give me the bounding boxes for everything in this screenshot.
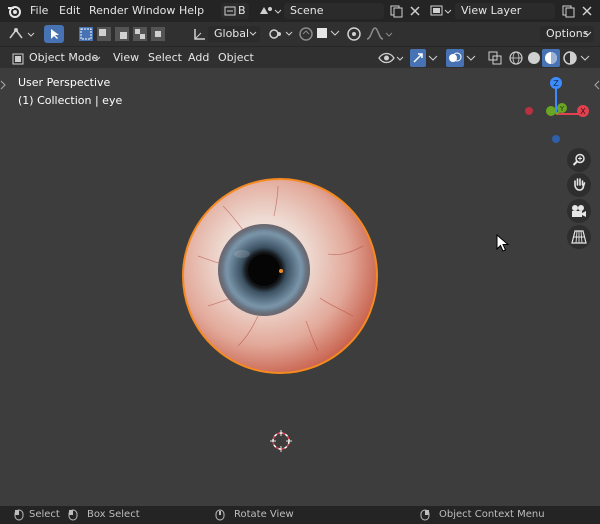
menu-file[interactable]: File [30,4,48,17]
navigation-gizmo[interactable]: Z X Y [518,74,594,150]
eyeball-pupil [248,254,280,286]
menu-select[interactable]: Select [148,51,182,64]
orientation-icon [194,29,205,40]
gizmo-x-label: X [580,107,586,116]
menu-help[interactable]: Help [179,4,204,17]
workspace-icon [224,6,236,16]
select-tool-button[interactable] [44,25,64,43]
toolbar-expand-icon[interactable] [0,80,6,90]
gizmo-neg-x-axis[interactable] [525,107,533,115]
shading-chevron-icon[interactable] [580,55,590,63]
workspace-tab[interactable]: B [221,3,249,19]
status-bar: Select Box Select Rotate View Object Con… [0,506,600,524]
perspective-toggle-button[interactable] [567,225,591,249]
view-layer-name: View Layer [461,4,522,17]
gizmo-toggle-icon[interactable] [410,49,426,67]
perspective-label: User Perspective [18,76,111,89]
snap-chevron-icon[interactable] [330,30,340,38]
hand-icon [574,178,586,191]
select-invert-icon[interactable] [132,26,148,42]
overlays-chevron-icon[interactable] [466,55,476,63]
status-box-select: Box Select [87,509,140,520]
shading-rendered-icon[interactable] [562,50,578,66]
workspace-label: B [238,4,246,17]
sidebar-expand-icon[interactable] [594,80,600,90]
view-layer-field[interactable]: View Layer [455,3,555,19]
mouse-left-icon [14,509,24,521]
falloff-icon[interactable] [366,26,394,42]
chevron-down-icon [584,31,592,36]
chevron-down-icon [249,31,257,36]
select-box-icon[interactable] [78,26,94,42]
new-scene-icon[interactable] [389,4,403,18]
mode-label: Object Mode [29,51,99,64]
snap-icon[interactable] [298,26,314,42]
new-view-layer-icon[interactable] [561,4,575,18]
cursor-arrow-icon [51,29,59,39]
viewport-header: Object Mode View Select Add Object [0,46,600,69]
menu-add[interactable]: Add [188,51,209,64]
mouse-drag-icon [68,509,78,521]
chevron-down-icon [93,56,101,61]
grid-icon [571,230,587,244]
shading-solid-icon[interactable] [526,50,542,66]
object-mode-icon [12,53,24,65]
menu-edit[interactable]: Edit [59,4,80,17]
mouse-right-icon [420,509,430,521]
proportional-editing-icon[interactable] [346,26,362,42]
gizmo-z-label: Z [553,79,559,88]
gizmo-chevron-icon[interactable] [428,55,438,63]
3d-cursor-icon[interactable] [270,430,292,452]
mouse-middle-icon [215,509,225,521]
select-subtract-icon[interactable] [114,26,130,42]
view-layer-icon[interactable] [430,4,452,18]
pivot-point-icon[interactable] [268,27,296,41]
menu-render[interactable]: Render [89,4,128,17]
select-intersect-icon[interactable] [150,26,166,42]
snap-target-icon[interactable] [316,27,328,39]
menu-view[interactable]: View [113,51,139,64]
xray-toggle-icon[interactable] [488,51,502,65]
viewport-3d[interactable]: User Perspective (1) Collection | eye Z … [0,68,600,506]
editor-type-icon[interactable] [8,26,36,42]
delete-scene-icon[interactable] [408,4,422,18]
scene-icon[interactable] [258,4,282,18]
mode-dropdown[interactable]: Object Mode [8,49,104,67]
transform-orientation-dropdown[interactable]: Global [208,26,260,42]
options-dropdown[interactable]: Options [540,26,594,42]
transform-orientation-value: Global [214,27,250,40]
top-menu-bar: File Edit Render Window Help B Scene Vie… [0,0,600,22]
camera-view-button[interactable] [567,199,591,223]
scene-name: Scene [290,4,324,17]
status-select: Select [29,509,60,520]
delete-view-layer-icon[interactable] [580,4,594,18]
select-extend-icon[interactable] [96,26,112,42]
menu-window[interactable]: Window [132,4,175,17]
visibility-eye-icon[interactable] [378,50,404,66]
gizmo-neg-y-axis[interactable] [546,106,556,116]
eyeball-object[interactable] [178,176,382,376]
object-origin [279,269,283,273]
status-context-menu: Object Context Menu [439,509,545,520]
pan-button[interactable] [567,173,591,197]
scene-field[interactable]: Scene [284,3,384,19]
menu-object[interactable]: Object [218,51,254,64]
shading-material-icon[interactable] [542,49,560,67]
camera-icon [572,205,586,217]
shading-wireframe-icon[interactable] [508,50,524,66]
gizmo-y-label: Y [559,105,565,113]
zoom-button[interactable] [567,148,591,172]
blender-logo-icon[interactable] [6,3,22,19]
mouse-pointer-icon [496,234,510,252]
collection-label: (1) Collection | eye [18,94,123,107]
tool-settings-bar: Global Options [0,22,600,46]
options-label: Options [546,27,589,40]
magnifier-icon [572,153,585,166]
gizmo-neg-z-axis[interactable] [552,135,560,143]
status-rotate-view: Rotate View [234,509,294,520]
overlays-toggle-icon[interactable] [446,49,464,67]
